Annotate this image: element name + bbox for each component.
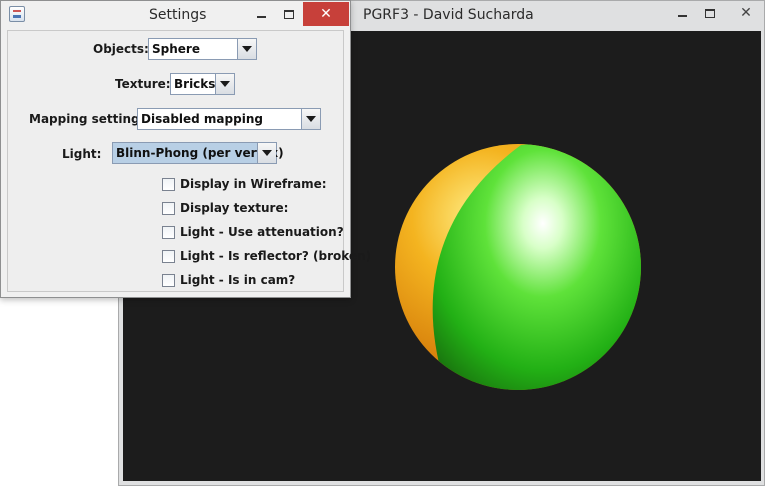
chevron-down-icon[interactable] — [215, 74, 234, 94]
chevron-down-icon[interactable] — [257, 143, 276, 163]
texture-combo[interactable]: Bricks — [170, 73, 235, 95]
sphere — [395, 144, 641, 390]
checkbox-label: Light - Is in cam? — [180, 273, 296, 287]
minimize-icon — [256, 16, 266, 18]
settings-title: Settings — [149, 7, 207, 23]
checkbox-box[interactable] — [162, 177, 175, 191]
main-window-title: PGRF3 - David Sucharda — [363, 7, 534, 23]
settings-close-button[interactable]: ✕ — [303, 2, 349, 26]
java-app-icon — [9, 6, 25, 22]
close-icon: ✕ — [740, 5, 752, 21]
objects-combo[interactable]: Sphere — [148, 38, 257, 60]
light-combo[interactable]: Blinn-Phong (per vertex) — [112, 142, 284, 164]
main-minimize-button[interactable] — [668, 1, 696, 25]
checkbox-attenuation[interactable]: Light - Use attenuation? — [162, 225, 344, 239]
main-close-button[interactable]: ✕ — [723, 1, 765, 25]
chevron-down-icon[interactable] — [237, 39, 256, 59]
settings-minimize-button[interactable] — [247, 2, 275, 26]
mapping-value: Disabled mapping — [141, 112, 263, 126]
light-label: Light: — [62, 147, 102, 161]
texture-value: Bricks — [174, 77, 216, 91]
settings-panel: Objects: Sphere Texture: Bricks Mapping … — [7, 30, 371, 292]
maximize-icon — [705, 8, 715, 18]
objects-value: Sphere — [152, 42, 200, 56]
checkbox-box[interactable] — [162, 225, 175, 239]
checkbox-label: Display in Wireframe: — [180, 177, 327, 191]
main-maximize-button[interactable] — [696, 1, 724, 25]
checkbox-display-texture[interactable]: Display texture: — [162, 201, 288, 215]
checkbox-label: Display texture: — [180, 201, 289, 215]
mapping-combo[interactable]: Disabled mapping — [137, 108, 321, 130]
checkbox-label: Light - Is reflector? (broken) — [180, 249, 372, 263]
settings-maximize-button[interactable] — [275, 2, 303, 26]
checkbox-label: Light - Use attenuation? — [180, 225, 344, 239]
checkbox-box[interactable] — [162, 201, 175, 215]
texture-label: Texture: — [115, 77, 171, 91]
maximize-icon — [284, 9, 294, 19]
objects-label: Objects: — [93, 42, 149, 56]
settings-titlebar[interactable]: Settings ✕ — [1, 1, 350, 29]
checkbox-box[interactable] — [162, 249, 175, 263]
checkbox-reflector[interactable]: Light - Is reflector? (broken) — [162, 249, 371, 263]
checkbox-in-cam[interactable]: Light - Is in cam? — [162, 273, 295, 287]
mapping-label: Mapping settings: — [29, 112, 152, 126]
minimize-icon — [677, 15, 687, 17]
checkbox-wireframe[interactable]: Display in Wireframe: — [162, 177, 327, 191]
close-icon: ✕ — [320, 6, 332, 22]
settings-window: Settings ✕ Objects: Sphere Texture: Bric… — [0, 0, 371, 298]
checkbox-box[interactable] — [162, 273, 175, 287]
chevron-down-icon[interactable] — [301, 109, 320, 129]
